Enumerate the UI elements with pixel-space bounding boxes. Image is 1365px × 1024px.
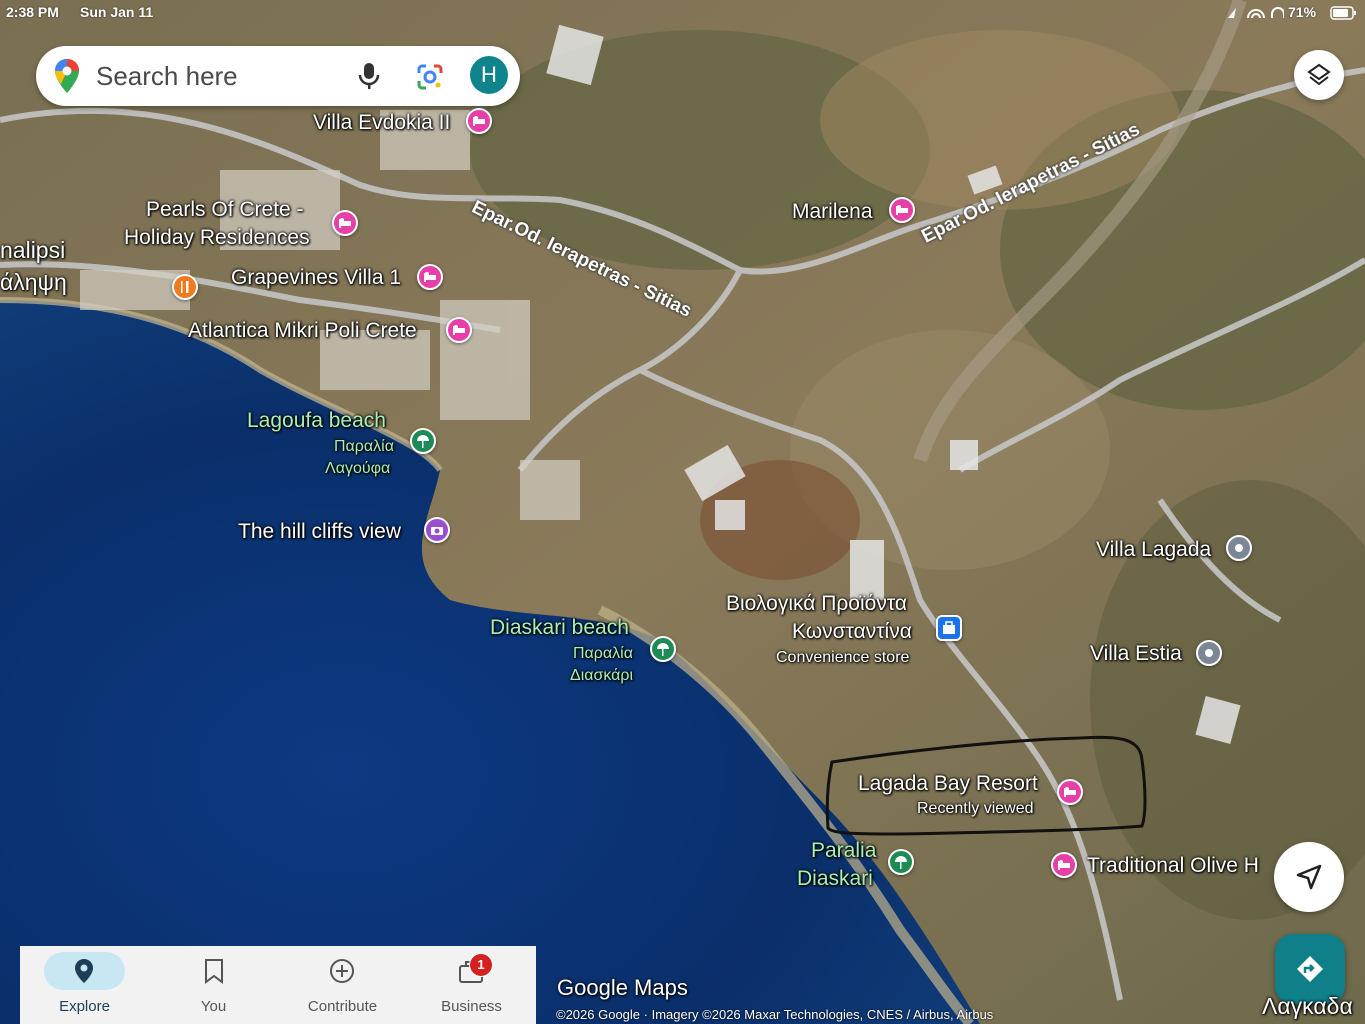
beach-icon[interactable] — [650, 636, 676, 662]
google-maps-logo-icon — [55, 59, 79, 93]
place-label[interactable]: Traditional Olive H — [1087, 854, 1259, 878]
hotel-icon[interactable] — [332, 210, 358, 236]
status-icons — [1228, 7, 1284, 19]
beach-label-gr: Παραλία — [334, 438, 394, 455]
place-label[interactable]: Marilena — [792, 200, 873, 224]
nav-label: You — [200, 998, 227, 1015]
directions-icon — [1297, 956, 1323, 982]
nav-contribute[interactable]: Contribute — [278, 946, 407, 1024]
search-input[interactable]: Search here — [96, 61, 238, 92]
status-date: Sun Jan 11 — [80, 4, 154, 20]
notification-badge: 1 — [469, 953, 493, 977]
nav-explore[interactable]: Explore — [20, 946, 149, 1024]
explore-pin-icon — [75, 959, 93, 983]
town-label: Λαγκαδα — [1262, 993, 1353, 1019]
camera-icon[interactable] — [424, 517, 450, 543]
search-bar[interactable]: Search here H — [36, 46, 520, 106]
hotel-icon[interactable] — [889, 197, 915, 223]
hotel-icon[interactable] — [466, 108, 492, 134]
hotel-icon[interactable] — [446, 317, 472, 343]
beach-label[interactable]: Paralia — [811, 839, 876, 863]
beach-label-gr: Διασκάρι — [570, 667, 634, 684]
beach-label[interactable]: Lagoufa beach — [247, 409, 386, 433]
place-label[interactable]: The hill cliffs view — [238, 520, 401, 544]
map-attribution[interactable]: ©2026 Google · Imagery ©2026 Maxar Techn… — [556, 1007, 993, 1022]
google-lens-icon[interactable] — [416, 63, 444, 91]
nav-label: Business — [441, 998, 502, 1015]
recently-viewed-label: Recently viewed — [917, 800, 1034, 817]
place-label[interactable]: Villa Lagada — [1096, 538, 1211, 562]
my-location-button[interactable] — [1274, 842, 1344, 912]
hotel-icon[interactable] — [1057, 779, 1083, 805]
place-pin-icon[interactable] — [1226, 535, 1252, 561]
shopping-icon[interactable] — [936, 615, 962, 641]
navigation-arrow-icon — [1296, 864, 1322, 890]
bookmark-icon — [205, 959, 223, 984]
beach-icon[interactable] — [888, 849, 914, 875]
layers-button[interactable] — [1294, 50, 1344, 100]
place-label[interactable]: Κωνσταντίνα — [792, 620, 912, 644]
beach-label-gr: Λαγούφα — [325, 460, 391, 477]
plus-circle-icon — [330, 959, 354, 983]
microphone-icon[interactable] — [358, 62, 380, 90]
hotel-icon[interactable] — [417, 264, 443, 290]
layers-icon — [1307, 63, 1331, 86]
nav-you[interactable]: You — [149, 946, 278, 1024]
battery-icon — [1330, 6, 1356, 20]
battery-percent: 71% — [1288, 4, 1317, 20]
beach-icon[interactable] — [410, 428, 436, 454]
place-label[interactable]: Grapevines Villa 1 — [231, 266, 401, 290]
hotel-icon[interactable] — [1051, 852, 1077, 878]
place-label[interactable]: Lagada Bay Resort — [858, 772, 1038, 796]
beach-label[interactable]: Diaskari beach — [490, 616, 629, 640]
nav-label: Contribute — [307, 998, 378, 1015]
nav-label: Explore — [59, 998, 110, 1015]
avatar[interactable]: H — [470, 56, 508, 94]
place-label[interactable]: Villa Estia — [1090, 642, 1182, 666]
beach-label-gr: Παραλία — [573, 645, 633, 662]
place-label[interactable]: Holiday Residences — [124, 226, 310, 250]
restaurant-icon[interactable] — [172, 274, 198, 300]
town-label: άληψη — [0, 269, 67, 295]
status-time: 2:38 PM — [6, 4, 59, 20]
place-pin-icon[interactable] — [1196, 640, 1222, 666]
place-label[interactable]: Atlantica Mikri Poli Crete — [188, 319, 417, 343]
bottom-navigation: Explore You Contribute Business — [20, 946, 536, 1024]
place-category: Convenience store — [776, 649, 910, 666]
place-label[interactable]: Pearls Of Crete - — [146, 198, 304, 222]
place-label[interactable]: Villa Evdokia II — [313, 111, 450, 135]
town-label: nalipsi — [0, 237, 66, 263]
google-maps-watermark: Google Maps — [557, 975, 688, 1000]
beach-label[interactable]: Diaskari — [797, 867, 873, 891]
place-label[interactable]: Βιολογικά Προϊόντα — [726, 592, 907, 616]
